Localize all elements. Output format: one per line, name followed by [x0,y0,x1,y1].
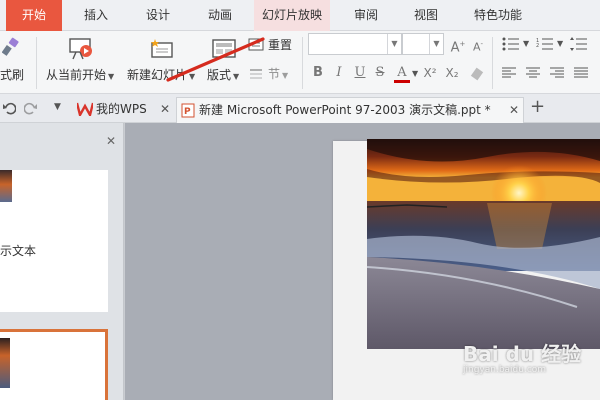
watermark-url: jingyan.baidu.com [463,365,547,375]
watermark-logo: Bai du 经验 [463,342,582,366]
baidu-watermark: Bai du 经验 jingyan.baidu.com [463,338,581,375]
wps-presentation-window: 开始 插入 设计 动画 幻灯片放映 审阅 视图 特色功能 式刷 从当前开始▼ [0,0,600,400]
